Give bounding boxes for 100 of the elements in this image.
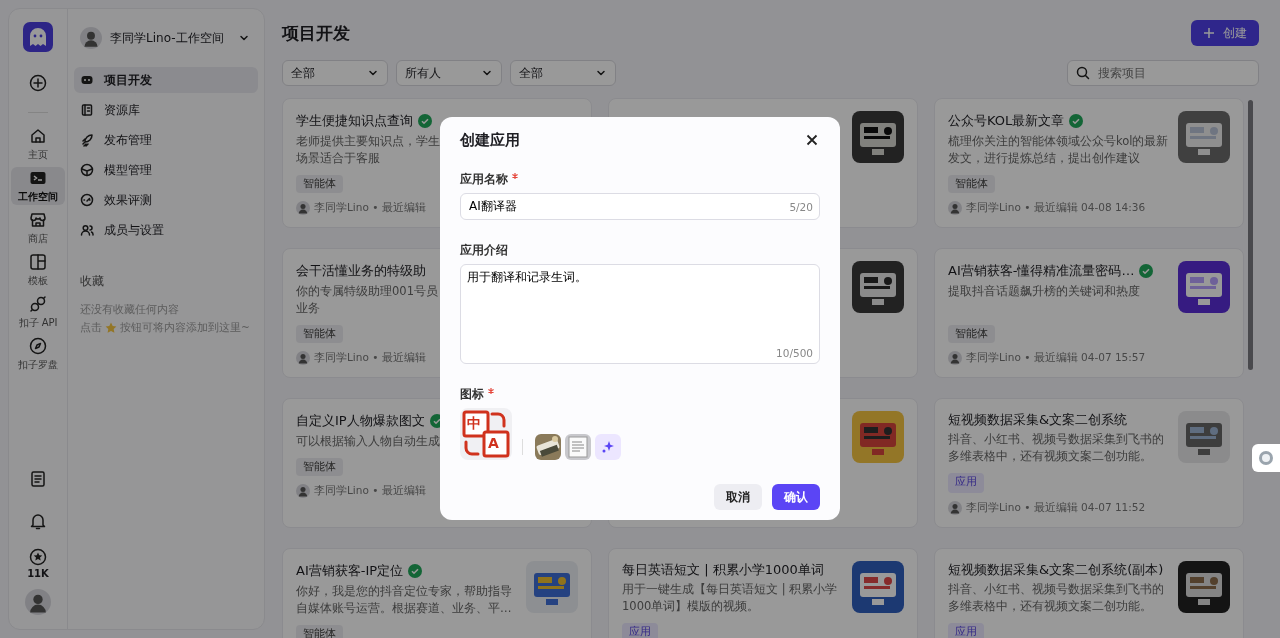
user-avatar <box>296 484 310 498</box>
card-title: 学生便捷知识点查询 <box>296 112 413 130</box>
rail-item[interactable]: 主页 <box>11 125 65 163</box>
icon-option[interactable] <box>535 434 561 460</box>
app-icon[interactable]: 中 A <box>460 408 512 460</box>
nav-item[interactable]: 成员与设置 <box>74 217 258 243</box>
layout-icon <box>29 252 47 271</box>
type-tag: 智能体 <box>948 325 995 343</box>
nav-item[interactable]: 项目开发 <box>74 67 258 93</box>
plus-icon <box>1203 27 1215 39</box>
card-meta: 李同学Lino • 最近编辑 <box>314 351 426 365</box>
user-avatar <box>296 201 310 215</box>
card-meta: 李同学Lino • 最近编辑 04-07 11:52 <box>966 501 1146 515</box>
user-avatar <box>948 351 962 365</box>
rail-item[interactable]: 扣子 API <box>11 293 65 331</box>
cancel-button[interactable]: 取消 <box>714 484 762 510</box>
card-title: 短视频数据采集&文案二创系统(副本) <box>948 561 1164 579</box>
field-label: 应用名称 <box>460 171 508 188</box>
dialog-title: 创建应用 <box>460 130 520 150</box>
type-tag: 智能体 <box>948 175 995 193</box>
card-description: 用于一键生成【每日英语短文 | 积累小学1000单词】模版的视频。 <box>622 581 839 615</box>
project-card[interactable]: 短视频数据采集&文案二创系统 抖音、小红书、视频号数据采集到飞书的多维表格中，还有视频文案二创功能。 应用 李同学Lino • 最近编辑 04-07 11:52 <box>934 398 1244 528</box>
rail-item[interactable]: 模板 <box>11 251 65 289</box>
close-button[interactable] <box>804 132 820 148</box>
store-icon <box>29 210 47 229</box>
card-title: 自定义IP人物爆款图文 <box>296 412 425 430</box>
document-icon <box>29 470 47 488</box>
filter-dropdown[interactable]: 全部 <box>510 60 616 86</box>
nav-item[interactable]: 发布管理 <box>74 127 258 153</box>
plug-icon <box>29 294 47 313</box>
bell-icon <box>29 512 47 530</box>
create-button[interactable]: 创建 <box>1191 20 1259 46</box>
users-icon <box>80 223 94 237</box>
card-description: 老师提供主要知识点，学生 <box>296 133 440 150</box>
card-meta: 李同学Lino • 最近编辑 04-08 14:36 <box>966 201 1146 215</box>
user-avatar <box>948 501 962 515</box>
filter-dropdown[interactable]: 全部 <box>282 60 388 86</box>
char-count: 10/500 <box>776 347 813 359</box>
compass-icon <box>29 336 47 355</box>
card-description: 你好，我是您的抖音定位专家，帮助指导自媒体账号运营。根据赛道、业务、平… <box>296 583 513 617</box>
nav-item[interactable]: 效果评测 <box>74 187 258 213</box>
nav-item[interactable]: 模型管理 <box>74 157 258 183</box>
type-tag: 应用 <box>948 623 984 638</box>
card-title: 公众号KOL最新文章 <box>948 112 1065 130</box>
card-description: 梳理你关注的智能体领域公众号kol的最新发文，进行提炼总结，提出创作建议 <box>948 133 1170 167</box>
generate-icon-button[interactable] <box>595 434 621 460</box>
type-tag: 智能体 <box>296 625 343 638</box>
rail-item[interactable]: 商店 <box>11 209 65 247</box>
search-input[interactable]: 搜索项目 <box>1096 65 1250 81</box>
name-input-field[interactable]: AI翻译器 5/20 <box>460 193 820 220</box>
bot-icon <box>80 73 94 87</box>
gauge-icon <box>80 193 94 207</box>
confirm-button[interactable]: 确认 <box>772 484 820 510</box>
cube-icon <box>80 163 94 177</box>
card-description: 提取抖音话题飙升榜的关键词和热度 <box>948 283 1141 300</box>
card-description: 可以根据输入人物自动生成 <box>296 433 440 450</box>
search-icon <box>1076 66 1090 80</box>
project-card[interactable]: AI营销获客-IP定位 你好，我是您的抖音定位专家，帮助指导自媒体账号运营。根据赛道、业务、平… 智能体 <box>282 548 592 638</box>
type-tag: 应用 <box>622 623 658 638</box>
circle-icon <box>1258 450 1274 466</box>
project-card[interactable]: 每日英语短文 | 积累小学1000单词 用于一键生成【每日英语短文 | 积累小学1000单词】模版的视频。 应用 <box>608 548 918 638</box>
rail-item[interactable]: 扣子罗盘 <box>11 335 65 373</box>
workspace-selector[interactable]: 李同学Lino-工作空间 <box>74 25 258 51</box>
type-tag: 智能体 <box>296 175 343 193</box>
section-title: 收藏 <box>80 273 105 290</box>
page-title: 项目开发 <box>282 21 350 45</box>
nav-item[interactable]: 资源库 <box>74 97 258 123</box>
intro-text-area[interactable]: 用于翻译和记录生词。 10/500 <box>460 264 820 364</box>
star-icon <box>104 321 118 335</box>
type-tag: 智能体 <box>296 325 343 343</box>
user-avatar <box>80 27 102 49</box>
project-card[interactable]: 短视频数据采集&文案二创系统(副本) 抖音、小红书、视频号数据采集到飞书的多维表格中，还有视频文案二创功能。 应用 <box>934 548 1244 638</box>
card-title: AI营销获客-懂得精准流量密码… <box>948 262 1135 280</box>
card-description: 你的专属特级助理001号员 <box>296 283 438 300</box>
card-description: 抖音、小红书、视频号数据采集到飞书的多维表格中，还有视频文案二创功能。 <box>948 431 1165 465</box>
scrollbar[interactable] <box>1248 100 1253 370</box>
card-meta: 李同学Lino • 最近编辑 <box>314 484 426 498</box>
card-title: 短视频数据采集&文案二创系统 <box>948 411 1128 429</box>
card-title: 会干活懂业务的特级助 <box>296 262 426 280</box>
star-count-button[interactable]: 11K <box>27 548 49 579</box>
project-card[interactable]: 公众号KOL最新文章 梳理你关注的智能体领域公众号kol的最新发文，进行提炼总结，提出创作建议 智能体 李同学Lino • 最近编辑 04-08 14:36 <box>934 98 1244 228</box>
card-meta: 李同学Lino • 最近编辑 04-07 15:57 <box>966 351 1146 365</box>
card-meta: 李同学Lino • 最近编辑 <box>314 201 426 215</box>
rocket-icon <box>80 133 94 147</box>
search-field[interactable]: 搜索项目 <box>1067 60 1259 86</box>
rail-item[interactable]: 工作空间 <box>11 167 65 205</box>
user-avatar <box>948 201 962 215</box>
type-tag: 应用 <box>948 473 984 493</box>
sparkle-icon <box>601 440 615 454</box>
project-card[interactable]: AI营销获客-懂得精准流量密码… 提取抖音话题飙升榜的关键词和热度 智能体 李同学Lino • 最近编辑 04-07 15:57 <box>934 248 1244 378</box>
char-count: 5/20 <box>789 200 813 213</box>
book-icon <box>80 103 94 117</box>
document-icon <box>568 436 588 458</box>
add-icon <box>29 74 47 92</box>
card-description: 场景适合于客服 <box>296 150 380 167</box>
close-icon <box>806 134 818 146</box>
card-description: 抖音、小红书、视频号数据采集到飞书的多维表格中，还有视频文案二创功能。 <box>948 581 1165 615</box>
filter-dropdown[interactable]: 所有人 <box>396 60 502 86</box>
user-avatar <box>25 589 51 615</box>
logo-icon <box>23 22 53 52</box>
